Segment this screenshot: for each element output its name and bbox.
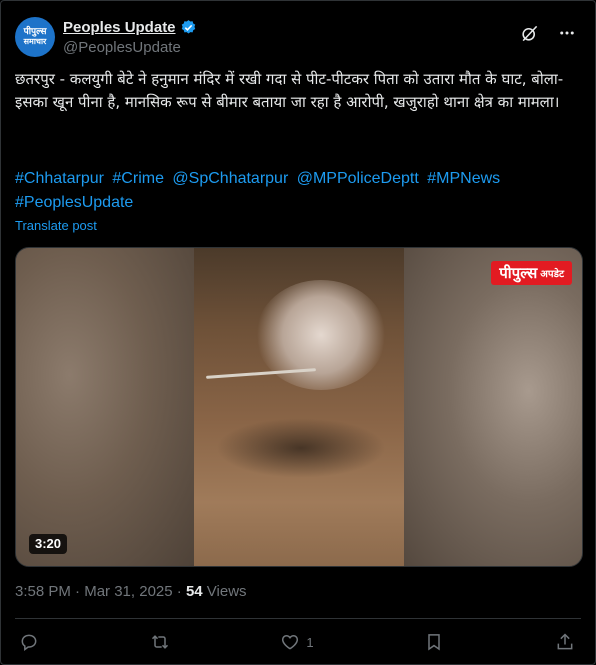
reply-button[interactable]: [19, 632, 39, 652]
grok-icon[interactable]: [519, 23, 539, 43]
verified-badge-icon: [180, 19, 197, 36]
post-header: पीपुल्स समाचार Peoples Update @PeoplesUp…: [15, 15, 581, 59]
views-count: 54: [185, 583, 203, 600]
post-date[interactable]: Mar 31, 2025: [84, 583, 172, 600]
like-button[interactable]: 1: [280, 632, 314, 652]
hashtag-peoplesupdate[interactable]: #PeoplesUpdate: [15, 194, 133, 211]
avatar-brand-line2: समाचार: [23, 37, 47, 46]
meta-separator: ·: [70, 583, 85, 600]
divider: [15, 618, 581, 619]
author-handle[interactable]: @PeoplesUpdate: [63, 39, 197, 56]
translate-post-link[interactable]: Translate post: [15, 218, 97, 233]
mention-spchhatarpur[interactable]: @SpChhatarpur: [172, 170, 288, 187]
share-icon: [555, 632, 575, 652]
post-meta: 3:58 PM · Mar 31, 2025 · 54 Views: [15, 583, 247, 600]
video-player[interactable]: पीपुल्स अपडेट 3:20: [15, 247, 583, 567]
post-hashtags: #Chhatarpur #Crime @SpChhatarpur @MPPoli…: [15, 167, 575, 215]
video-blur-left: [16, 248, 194, 566]
meta-separator: ·: [172, 583, 186, 600]
post-card: पीपुल्स समाचार Peoples Update @PeoplesUp…: [0, 0, 596, 665]
avatar-brand-line1: पीपुल्स: [23, 27, 47, 37]
bookmark-icon: [424, 632, 444, 652]
channel-watermark: पीपुल्स अपडेट: [491, 261, 572, 285]
watermark-main: पीपुल्स: [499, 264, 538, 282]
post-text: छतरपुर - कलयुगी बेटे ने हनुमान मंदिर में…: [15, 70, 564, 111]
avatar[interactable]: पीपुल्स समाचार: [15, 17, 55, 57]
hashtag-mpnews[interactable]: #MPNews: [427, 170, 500, 187]
author-info: Peoples Update @PeoplesUpdate: [63, 17, 197, 56]
watermark-sub: अपडेट: [540, 269, 564, 280]
like-count: 1: [306, 634, 314, 650]
author-display-name[interactable]: Peoples Update: [63, 19, 176, 36]
mention-mppolicedeptt[interactable]: @MPPoliceDeptt: [297, 170, 419, 187]
like-icon: [280, 632, 300, 652]
repost-button[interactable]: [150, 632, 170, 652]
hashtag-chhatarpur[interactable]: #Chhatarpur: [15, 170, 104, 187]
more-icon[interactable]: [557, 23, 577, 43]
video-duration-badge: 3:20: [29, 534, 68, 554]
hashtag-crime[interactable]: #Crime: [112, 170, 164, 187]
views-label: Views: [202, 583, 247, 600]
video-blur-right: [404, 248, 582, 566]
reply-icon: [19, 632, 39, 652]
post-time[interactable]: 3:58 PM: [15, 583, 71, 600]
share-button[interactable]: [555, 632, 575, 652]
bookmark-button[interactable]: [424, 632, 444, 652]
action-bar: 1: [19, 629, 575, 655]
repost-icon: [150, 632, 170, 652]
video-shadow: [216, 418, 386, 478]
